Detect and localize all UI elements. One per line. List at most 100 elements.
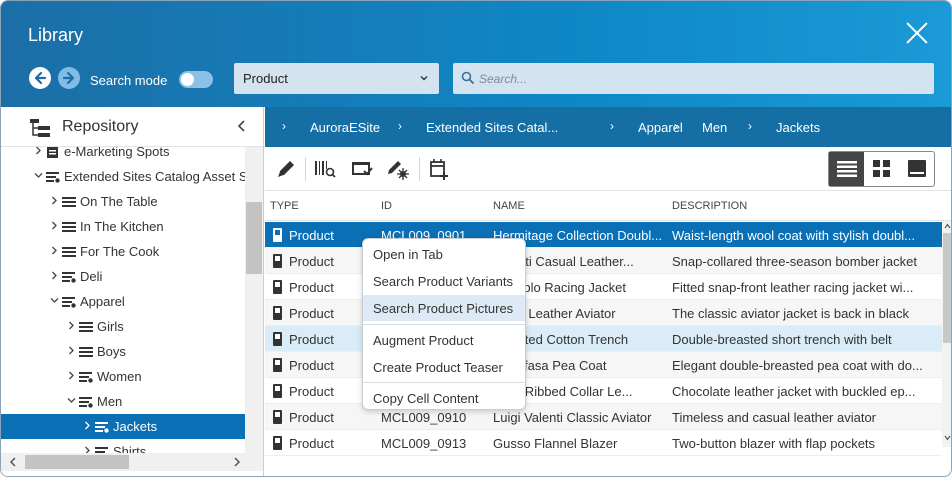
cell-description: Chocolate leather jacket with buckled ep… <box>672 384 916 399</box>
chevron-down-icon[interactable] <box>34 171 43 180</box>
product-icon <box>273 280 282 294</box>
cell-type: Product <box>289 410 334 425</box>
table-vertical-scrollbar[interactable] <box>942 221 951 447</box>
menu-item-search-product-pictures[interactable]: Search Product Pictures <box>363 295 525 321</box>
close-icon[interactable] <box>905 21 929 45</box>
cell-type: Product <box>289 384 334 399</box>
scrollbar-thumb[interactable] <box>25 455 129 469</box>
chevron-down-icon[interactable] <box>67 396 76 405</box>
tree-node[interactable]: In The Kitchen <box>1 214 245 239</box>
tree-node[interactable]: Deli <box>1 264 245 289</box>
column-header-type[interactable]: TYPE <box>270 200 299 212</box>
type-select[interactable]: Product <box>234 63 439 94</box>
scroll-down-icon[interactable] <box>944 435 951 441</box>
tree-node[interactable]: Women <box>1 364 245 389</box>
toggle-knob <box>181 73 194 86</box>
search-box[interactable] <box>453 63 934 94</box>
calendar-add-icon[interactable] <box>428 158 450 180</box>
column-header-id[interactable]: ID <box>381 200 392 212</box>
chevron-right-icon[interactable] <box>67 346 76 355</box>
chevron-right-icon[interactable] <box>83 446 92 453</box>
chevron-right-icon[interactable] <box>67 371 76 380</box>
chevron-right-icon[interactable] <box>83 421 92 430</box>
tree-horizontal-scrollbar[interactable] <box>1 453 263 471</box>
tree-node[interactable]: Men <box>1 389 245 414</box>
scrollbar-thumb[interactable] <box>943 233 951 343</box>
pencil-icon[interactable] <box>275 158 297 180</box>
chevron-left-icon[interactable] <box>237 120 247 132</box>
catalog-view-icon[interactable] <box>351 158 373 180</box>
cell-type: Product <box>289 228 334 243</box>
dialog-header: Library Search mode Product <box>1 1 951 107</box>
tree-node[interactable]: For The Cook <box>1 239 245 264</box>
search-mode-toggle[interactable] <box>179 71 213 88</box>
tree-node[interactable]: On The Table <box>1 189 245 214</box>
tree-node[interactable]: Boys <box>1 339 245 364</box>
column-header-description[interactable]: DESCRIPTION <box>672 200 747 212</box>
repository-tree-icon <box>30 119 50 137</box>
list-gear-icon <box>95 447 108 453</box>
tree-node[interactable]: e-Marketing Spots <box>1 147 245 164</box>
chevron-right-icon[interactable] <box>50 271 59 280</box>
cell-description: Fitted snap-front leather racing jacket … <box>672 280 914 295</box>
arrow-right-icon <box>62 71 75 85</box>
column-header-name[interactable]: NAME <box>493 200 525 212</box>
tree-node[interactable]: Jackets <box>1 414 245 439</box>
list-view-button[interactable] <box>829 152 864 186</box>
back-button[interactable] <box>29 67 51 89</box>
view-switcher <box>828 151 935 187</box>
tree-node-label: Apparel <box>80 294 125 309</box>
chevron-down-icon[interactable] <box>50 296 59 305</box>
tree-node-label: Shirts <box>113 444 147 453</box>
tree-node[interactable]: Apparel <box>1 289 245 314</box>
chevron-right-icon: › <box>674 119 678 133</box>
cell-description: Snap-collared three-season bomber jacket <box>672 254 917 269</box>
breadcrumb: › AuroraESite › Extended Sites Catal... › App… <box>265 107 951 147</box>
barcode-search-icon[interactable] <box>314 158 336 180</box>
cell-type: Product <box>289 436 334 451</box>
breadcrumb-item[interactable]: Jackets <box>776 120 820 135</box>
menu-item-create-product-teaser[interactable]: Create Product Teaser <box>363 354 525 380</box>
scroll-left-icon[interactable] <box>9 457 17 467</box>
detail-view-icon <box>908 160 926 177</box>
list-icon <box>62 197 76 207</box>
chevron-right-icon[interactable] <box>50 196 59 205</box>
menu-item-open-in-tab[interactable]: Open in Tab <box>363 241 525 267</box>
menu-item-search-product-variants[interactable]: Search Product Variants <box>363 268 525 294</box>
search-mode-label: Search mode <box>90 73 168 88</box>
chevron-right-icon[interactable] <box>50 246 59 255</box>
menu-item-label: Copy Cell Content <box>373 391 479 406</box>
tree-node[interactable]: Girls <box>1 314 245 339</box>
search-input[interactable] <box>479 69 919 89</box>
menu-divider <box>363 382 525 383</box>
cell-name: Luigi Valenti Classic Aviator <box>493 410 652 425</box>
tree-node[interactable]: Shirts <box>1 439 245 453</box>
forward-button[interactable] <box>58 67 80 89</box>
cell-description: Elegant double-breasted pea coat with do… <box>672 358 923 373</box>
chevron-right-icon[interactable] <box>34 147 43 155</box>
tree-node[interactable]: Extended Sites Catalog Asset S <box>1 164 245 189</box>
list-icon <box>79 322 93 332</box>
breadcrumb-item[interactable]: Extended Sites Catal... <box>426 120 558 135</box>
breadcrumb-item[interactable]: AuroraESite <box>310 120 380 135</box>
chevron-right-icon: › <box>610 119 614 133</box>
list-gear-icon <box>79 397 93 408</box>
scroll-right-icon[interactable] <box>233 457 241 467</box>
scrollbar-thumb[interactable] <box>246 202 262 274</box>
tree-vertical-scrollbar[interactable] <box>245 147 263 453</box>
toolbar-divider <box>419 157 420 181</box>
grid-view-button[interactable] <box>864 152 899 186</box>
menu-item-copy-cell-content[interactable]: Copy Cell Content <box>363 385 525 411</box>
scroll-up-icon[interactable] <box>944 223 951 229</box>
chevron-right-icon: › <box>748 119 752 133</box>
chevron-right-icon[interactable] <box>67 321 76 330</box>
chevron-right-icon[interactable] <box>50 221 59 230</box>
table-row[interactable]: Product MCL009_0913 Gusso Flannel Blazer Tw… <box>265 430 942 456</box>
product-icon <box>273 410 282 424</box>
detail-view-button[interactable] <box>899 152 934 186</box>
list-icon <box>62 222 76 232</box>
menu-item-augment-product[interactable]: Augment Product <box>363 327 525 353</box>
augment-pencil-icon[interactable] <box>386 158 410 180</box>
tree-node-label: In The Kitchen <box>80 219 164 234</box>
breadcrumb-item[interactable]: Men <box>702 120 727 135</box>
